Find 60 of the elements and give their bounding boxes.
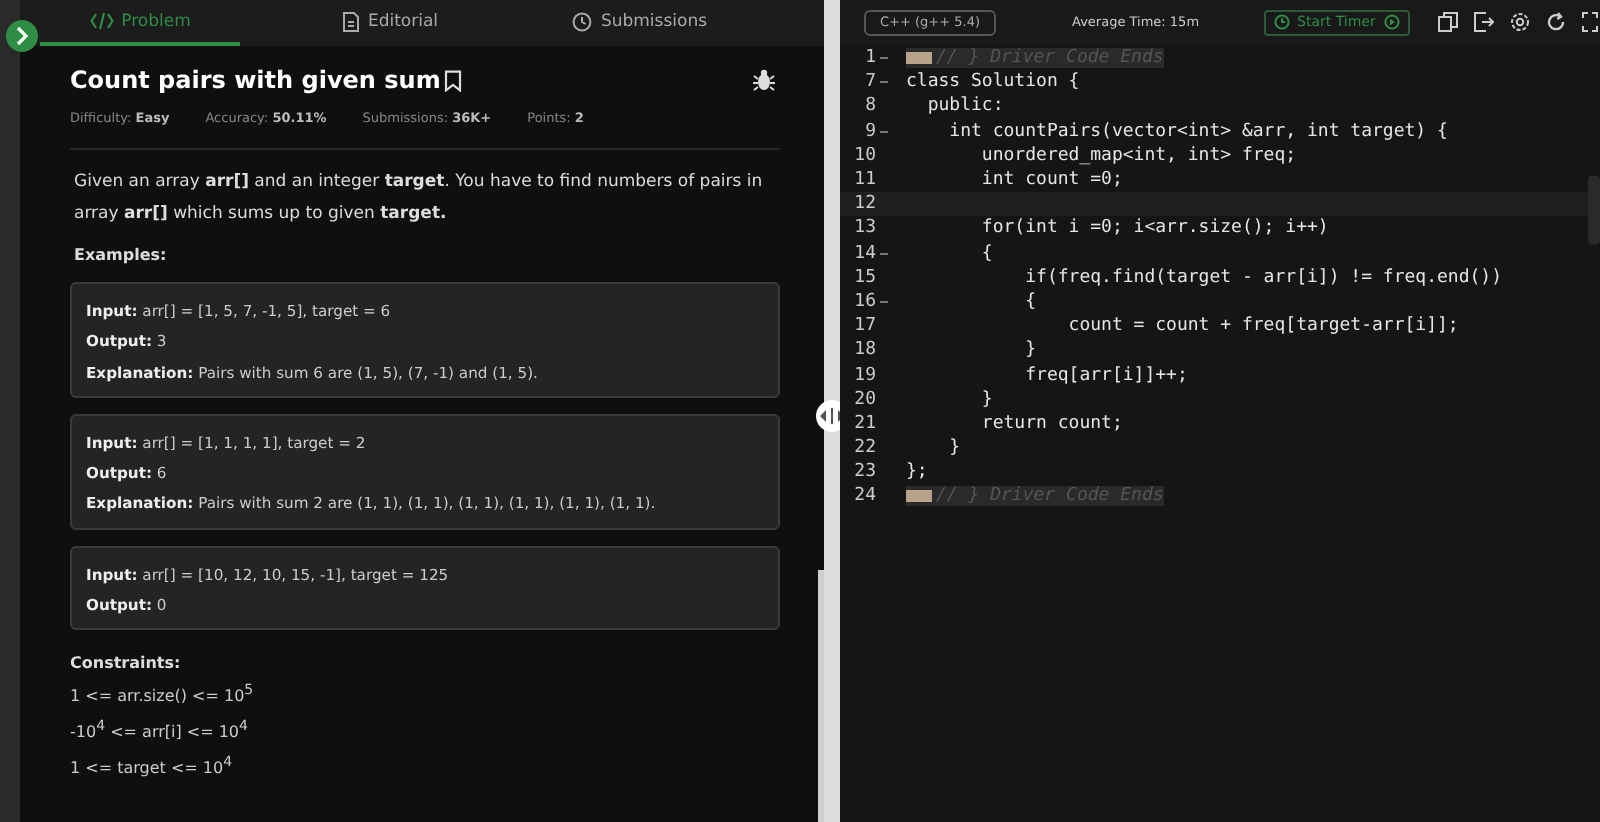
code-line: unordered_map<int, int> freq; bbox=[979, 145, 1297, 166]
tab[interactable]: Submissions bbox=[540, 0, 740, 46]
line-number: 11 bbox=[852, 170, 876, 191]
tab[interactable]: Editorial bbox=[290, 0, 490, 46]
line-number: 23 bbox=[852, 462, 876, 483]
line-number: 22 bbox=[852, 438, 876, 459]
line-number: 8 bbox=[863, 96, 876, 117]
code-line: return count; bbox=[979, 413, 1123, 434]
line-number: 19 bbox=[852, 365, 876, 386]
line-number: 1 bbox=[863, 48, 876, 69]
bookmark-icon[interactable] bbox=[444, 69, 463, 91]
code-line: { bbox=[1023, 291, 1037, 312]
fullscreen-icon[interactable] bbox=[1581, 12, 1598, 32]
line-number: 7 bbox=[863, 72, 876, 93]
line-number: 12 bbox=[852, 194, 876, 215]
code-line: for(int i =0; i<arr.size(); i++) bbox=[979, 218, 1329, 239]
constraint-line: 1 <= arr.size() <= 10$^{5}$ bbox=[70, 680, 256, 711]
line-number: 9 bbox=[863, 121, 876, 142]
line-number: 13 bbox=[852, 218, 876, 239]
tab[interactable]: Problem bbox=[40, 0, 240, 46]
code-icon bbox=[89, 12, 114, 30]
copy-icon[interactable] bbox=[1437, 12, 1458, 32]
line-number: 17 bbox=[852, 316, 876, 337]
line-number: 10 bbox=[852, 145, 876, 166]
code-line: int count =0; bbox=[979, 170, 1123, 191]
line-number: 20 bbox=[852, 389, 876, 410]
code-line: }; bbox=[906, 462, 928, 483]
section-heading: Constraints: bbox=[70, 654, 183, 673]
section-heading: Examples: bbox=[74, 246, 169, 264]
code-line: } bbox=[947, 438, 961, 459]
refresh-icon[interactable] bbox=[1545, 12, 1566, 32]
line-number: 24 bbox=[852, 486, 876, 507]
code-line: freq[arr[i]]++; bbox=[1023, 365, 1188, 386]
line-number: 16 bbox=[852, 291, 876, 312]
line-number: 18 bbox=[852, 340, 876, 361]
clock-icon bbox=[1273, 14, 1290, 30]
code-line: class Solution { bbox=[906, 72, 1080, 93]
constraint-line: 1 <= target <= 10$^{4}$ bbox=[70, 751, 235, 781]
code-line: } bbox=[1023, 340, 1037, 361]
line-number: 21 bbox=[852, 413, 876, 434]
code-line: } bbox=[979, 389, 993, 410]
scrollbar[interactable] bbox=[818, 570, 824, 822]
code-line: int countPairs(vector<int> &arr, int target) { bbox=[947, 121, 1448, 142]
bug-icon[interactable] bbox=[752, 68, 776, 92]
constraint-line: -10$^{4}$ <= arr[i] <= 10$^{4}$ bbox=[70, 716, 250, 746]
problem-title: Count pairs with given sum bbox=[70, 66, 441, 94]
code-line: if(freq.find(target - arr[i]) != freq.end()) bbox=[1023, 267, 1503, 288]
file-arrow-icon[interactable] bbox=[1473, 12, 1494, 32]
expand-button[interactable] bbox=[6, 20, 38, 52]
settings-icon[interactable] bbox=[1509, 12, 1530, 32]
chevron-right-icon bbox=[12, 26, 32, 46]
line-number: 14 bbox=[852, 243, 876, 264]
code-line: count = count + freq[target-arr[i]]; bbox=[1066, 316, 1459, 337]
code-line: { bbox=[979, 243, 993, 264]
line-number: 15 bbox=[852, 267, 876, 288]
problem-description: Given an array arr[] and an integer target. You have to find numbers of pairs in array arr[] which sums up to given target. bbox=[72, 170, 764, 228]
code-line: public: bbox=[925, 96, 1004, 117]
document-icon bbox=[341, 11, 360, 31]
play-icon bbox=[1383, 14, 1400, 30]
clock-icon bbox=[572, 11, 593, 31]
